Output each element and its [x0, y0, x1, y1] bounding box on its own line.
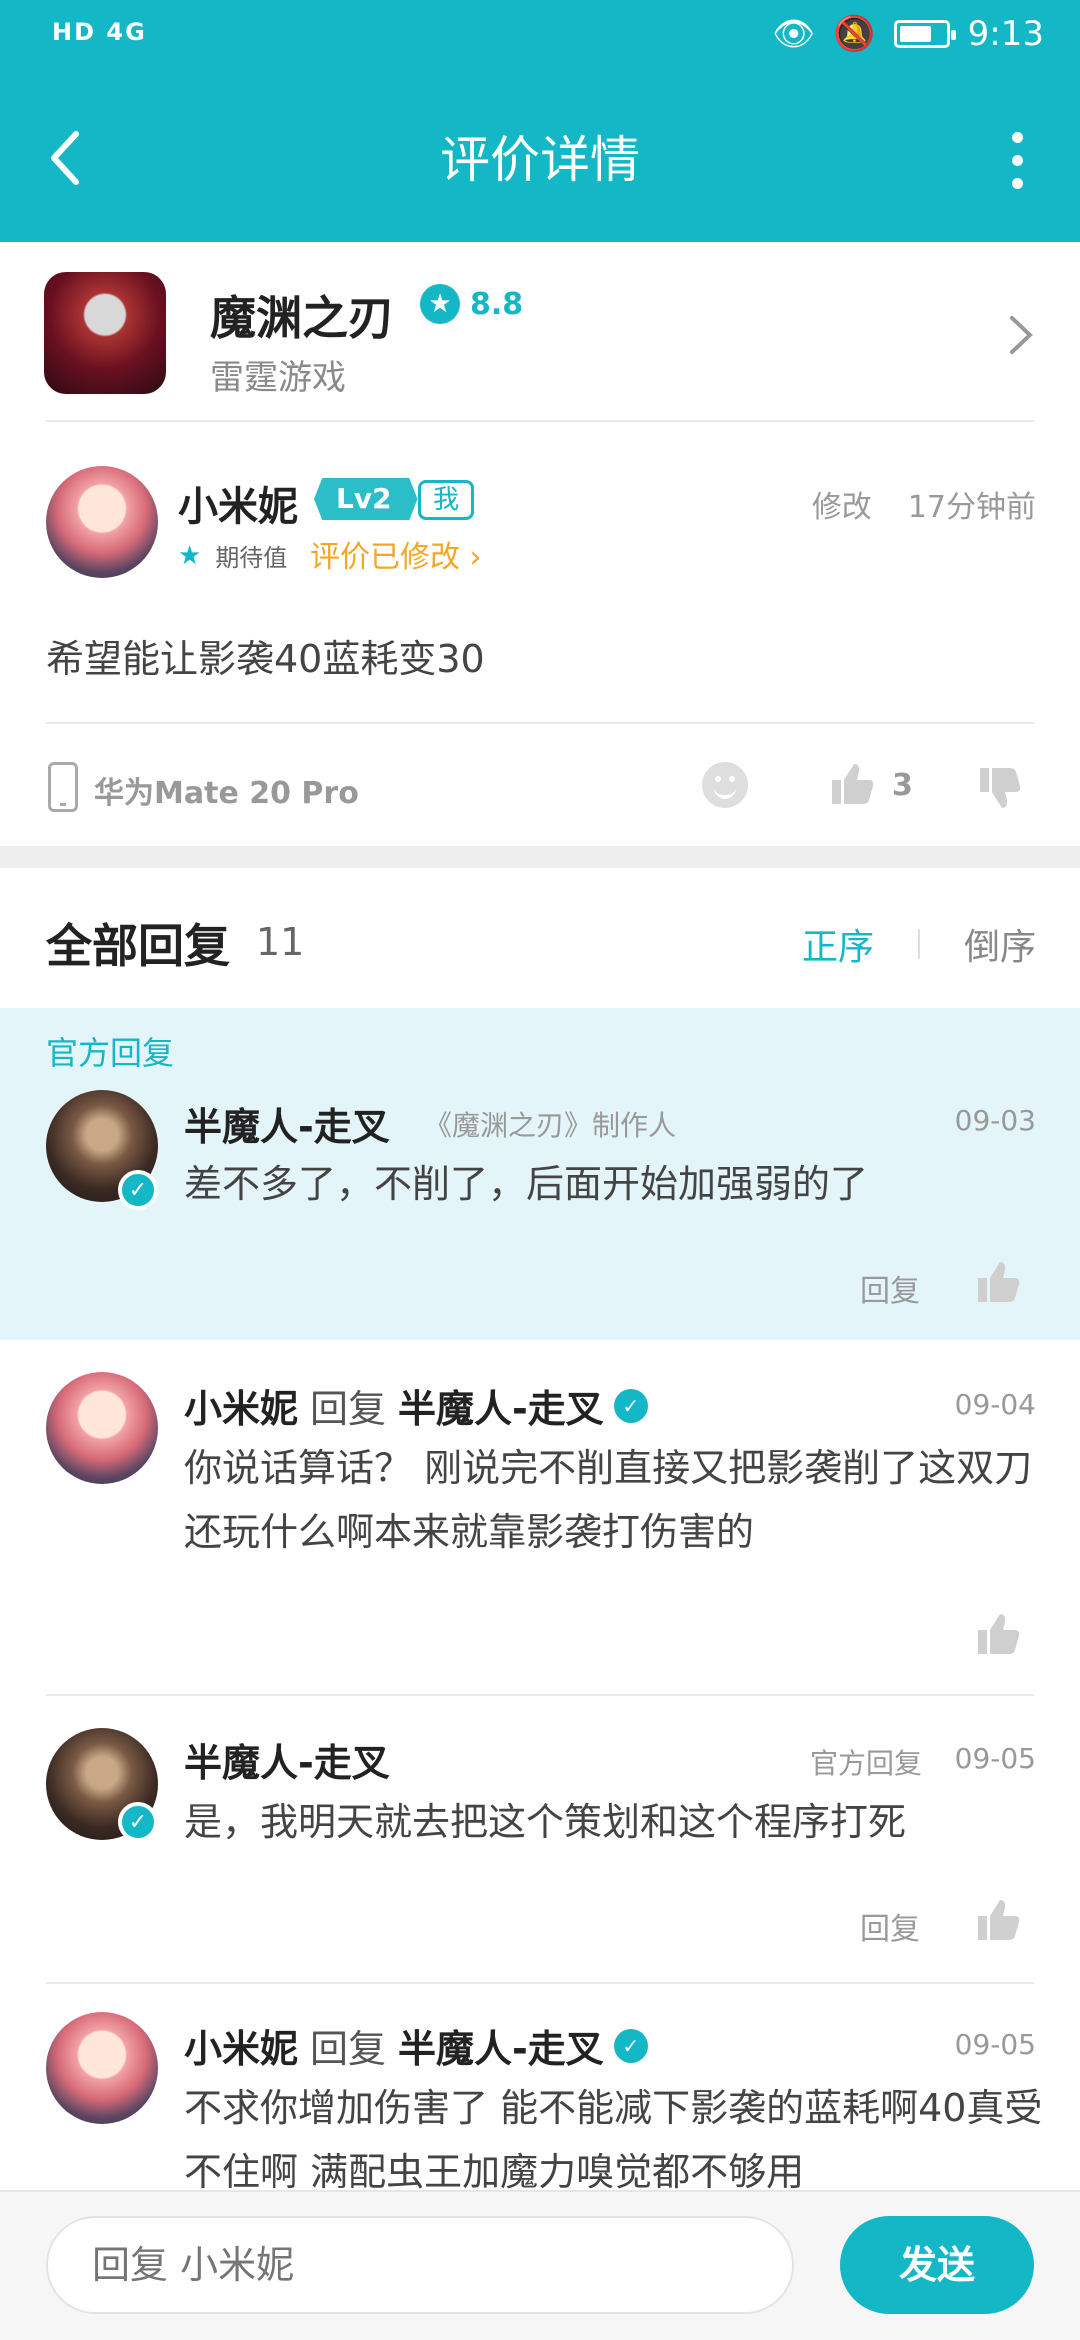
- divider: [46, 722, 1034, 724]
- review-text: 希望能让影袭40蓝耗变30: [46, 637, 485, 681]
- mute-bell-icon: 🔕: [833, 14, 876, 54]
- star-icon: ★: [420, 284, 460, 324]
- review-edited-link[interactable]: 评价已修改 ›: [310, 532, 482, 576]
- divider: [46, 1694, 1034, 1696]
- reply-date: 09-05: [954, 2028, 1036, 2061]
- reply-author[interactable]: 半魔人-走叉: [184, 1096, 390, 1151]
- reply-author[interactable]: 半魔人-走叉: [184, 1732, 390, 1787]
- app-icon: [44, 272, 166, 394]
- reply-author[interactable]: 小米妮: [184, 1378, 298, 1433]
- reply-author[interactable]: 小米妮: [184, 2018, 298, 2073]
- page-title: 评价详情: [440, 131, 640, 189]
- clock: 9:13: [967, 14, 1044, 54]
- chevron-right-icon: [1010, 316, 1033, 354]
- official-label: 官方回复: [46, 1034, 175, 1072]
- verified-icon: ✓: [613, 2028, 648, 2063]
- like-count: 3: [892, 768, 913, 803]
- battery-icon: [893, 20, 956, 48]
- divider: [46, 420, 1034, 422]
- reply-word: 回复: [310, 2027, 387, 2071]
- reply-date: 09-04: [954, 1388, 1036, 1421]
- eye-icon: 👁: [772, 14, 816, 54]
- status-bar: HD 4G 👁 🔕 9:13: [0, 0, 1080, 72]
- me-badge: 我: [418, 480, 475, 520]
- replies-count: 11: [256, 920, 305, 964]
- app-developer: 雷霆游戏: [210, 358, 346, 398]
- thumbs-up-icon[interactable]: [976, 1896, 1022, 1942]
- reply-target[interactable]: 半魔人-走叉: [398, 2018, 604, 2073]
- verified-icon: ✓: [118, 1170, 158, 1210]
- thumbs-down-icon[interactable]: [978, 766, 1024, 812]
- official-tag: 官方回复: [810, 1747, 923, 1780]
- battery-fill: [899, 26, 931, 42]
- reply-role: 《魔渊之刃》制作人: [424, 1109, 677, 1142]
- review-time: 17分钟前: [907, 490, 1036, 525]
- thumbs-up-icon[interactable]: [830, 760, 876, 806]
- reply-avatar[interactable]: [46, 2012, 158, 2124]
- thumbs-up-icon[interactable]: [976, 1610, 1022, 1656]
- sort-desc-button[interactable]: 倒序: [964, 918, 1036, 970]
- phone-icon: [48, 762, 78, 812]
- reply-bar: 发送: [0, 2190, 1080, 2340]
- reply-avatar[interactable]: [46, 1372, 158, 1484]
- reply-text: 不求你增加伤害了 能不能减下影袭的蓝耗啊40真受不住啊 满配虫王加魔力嗅觉都不够…: [184, 2086, 1043, 2194]
- device-name: 华为Mate 20 Pro: [94, 776, 359, 811]
- verified-icon: ✓: [613, 1388, 648, 1423]
- network-indicator: HD 4G: [52, 18, 147, 46]
- app-rating: ★ 8.8: [420, 284, 523, 324]
- section-gap: [0, 846, 1080, 868]
- expect-label: 期待值: [215, 544, 288, 572]
- emoji-icon[interactable]: [702, 762, 748, 808]
- sort-toggle: 正序 倒序: [802, 918, 1036, 970]
- sort-separator: [917, 929, 920, 959]
- review-footer: 华为Mate 20 Pro 3: [0, 740, 1080, 840]
- verified-icon: ✓: [118, 1802, 158, 1842]
- star-icon: ★: [178, 540, 202, 571]
- more-menu-icon[interactable]: [1012, 132, 1024, 189]
- reply-date: 09-03: [954, 1104, 1036, 1137]
- reply-text: 你说话算话？ 刚说完不削直接又把影袭削了这双刀还玩什么啊本来就靠影袭打伤害的: [184, 1446, 1033, 1554]
- send-button[interactable]: 发送: [840, 2216, 1034, 2314]
- reply-text: 是，我明天就去把这个策划和这个程序打死: [184, 1800, 907, 1844]
- expectation: ★ 期待值: [178, 538, 287, 573]
- app-card[interactable]: 魔渊之刃 ★ 8.8 雷霆游戏: [0, 242, 1080, 422]
- reply-word: 回复: [310, 1387, 387, 1431]
- official-reply: 官方回复 ✓ 半魔人-走叉 《魔渊之刃》制作人 09-03 差不多了，不削了，后…: [0, 1008, 1080, 1340]
- level-badge: Lv2: [314, 478, 418, 520]
- reviewer-name[interactable]: 小米妮: [178, 474, 298, 532]
- rating-value: 8.8: [470, 286, 524, 322]
- reply-button[interactable]: 回复: [860, 1266, 920, 1310]
- edit-link[interactable]: 修改: [812, 482, 872, 526]
- reply-text: 差不多了，不削了，后面开始加强弱的了: [184, 1162, 869, 1206]
- reviewer-avatar[interactable]: [46, 466, 158, 578]
- replies-title: 全部回复: [46, 919, 230, 973]
- app-name: 魔渊之刃: [210, 291, 394, 345]
- reply-date: 09-05: [954, 1742, 1036, 1775]
- reply-target[interactable]: 半魔人-走叉: [398, 1378, 604, 1433]
- sort-asc-button[interactable]: 正序: [802, 918, 874, 970]
- thumbs-up-icon[interactable]: [976, 1258, 1022, 1304]
- divider: [46, 1982, 1034, 1984]
- reply-header: 小米妮 回复 半魔人-走叉 ✓: [184, 1378, 648, 1433]
- reply-button[interactable]: 回复: [860, 1904, 920, 1948]
- reply-input[interactable]: [46, 2216, 794, 2314]
- status-right: 👁 🔕 9:13: [772, 14, 1044, 54]
- reply-header: 小米妮 回复 半魔人-走叉 ✓: [184, 2018, 648, 2073]
- review-meta: 修改 17分钟前: [812, 482, 1036, 526]
- top-bar: HD 4G 👁 🔕 9:13 评价详情: [0, 0, 1080, 242]
